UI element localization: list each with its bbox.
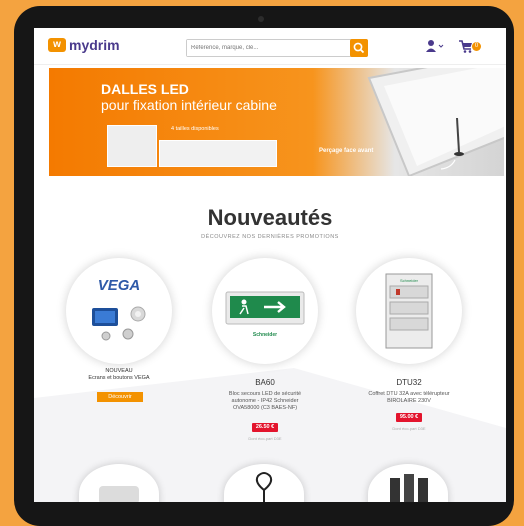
vega-product-illustration: VEGA (92, 277, 146, 341)
screen: w mydrim Référence, marque, clé... 0 DAL… (34, 28, 506, 502)
account-button[interactable] (424, 38, 444, 54)
search-input[interactable] (187, 40, 353, 56)
price-note-ba60: Dont éco-part D3E (248, 436, 282, 441)
user-icon (426, 40, 444, 52)
product-image-next-3[interactable] (368, 464, 448, 502)
search-icon (353, 42, 365, 54)
search-button[interactable] (350, 39, 368, 57)
site-header: w mydrim Référence, marque, clé... 0 (34, 28, 506, 65)
product-name-ba60: BA60 (255, 378, 275, 387)
vega-logo: VEGA (98, 277, 141, 294)
logo-mark: w (48, 38, 66, 52)
led-panel-rectangle (159, 140, 277, 167)
section-subtitle: DÉCOUVREZ NOS DERNIÈRES PROMOTIONS (201, 234, 339, 240)
tube-illustration (99, 486, 139, 502)
cabinet-illustration: Schneider (385, 273, 433, 349)
cable-illustration (255, 472, 273, 502)
logo[interactable]: w mydrim (48, 37, 120, 53)
product-name-dtu32: DTU32 (396, 378, 422, 387)
section-title: Nouveautés (207, 205, 333, 230)
promo-banner[interactable]: DALLES LED pour fixation intérieur cabin… (49, 68, 504, 176)
search-bar (186, 39, 368, 57)
product-image-vega[interactable]: VEGA (66, 258, 172, 364)
led-panel-illustration (367, 68, 504, 176)
discover-button[interactable]: Découvrir (97, 392, 143, 402)
product-image-dtu32[interactable]: Schneider (356, 258, 462, 364)
cart-count-badge: 0 (472, 42, 481, 51)
logo-text: mydrim (69, 37, 120, 53)
product-name-vega: NOUVEAU Ecrans et boutons VEGA (88, 368, 150, 381)
exit-sign-illustration: Schneider (225, 291, 305, 338)
product-image-next-2[interactable] (224, 464, 304, 502)
svg-text:Schneider: Schneider (400, 278, 419, 283)
banner-subtitle: pour fixation intérieur cabine (101, 97, 277, 113)
svg-text:Schneider: Schneider (253, 332, 277, 338)
banner-note: 4 tailles disponibles (171, 126, 219, 132)
price-badge-ba60: 26.50 € (252, 423, 278, 432)
spotlight-illustration (390, 474, 428, 502)
product-desc-ba60: Bloc secours LED de sécurité autonome - … (228, 391, 302, 411)
camera (258, 16, 264, 22)
product-image-ba60[interactable]: Schneider (212, 258, 318, 364)
cart-button[interactable]: 0 (458, 38, 484, 54)
product-desc-dtu32: Coffret DTU 32A avec télérupteur BIROLAI… (368, 391, 450, 404)
price-note-dtu32: Dont éco-part D3E (392, 426, 426, 431)
product-image-next-1[interactable] (79, 464, 159, 502)
price-badge-dtu32: 95.00 € (396, 413, 422, 422)
led-panel-square (107, 125, 157, 167)
banner-caption: Perçage face avant (319, 148, 374, 154)
banner-title: DALLES LED (101, 81, 189, 97)
